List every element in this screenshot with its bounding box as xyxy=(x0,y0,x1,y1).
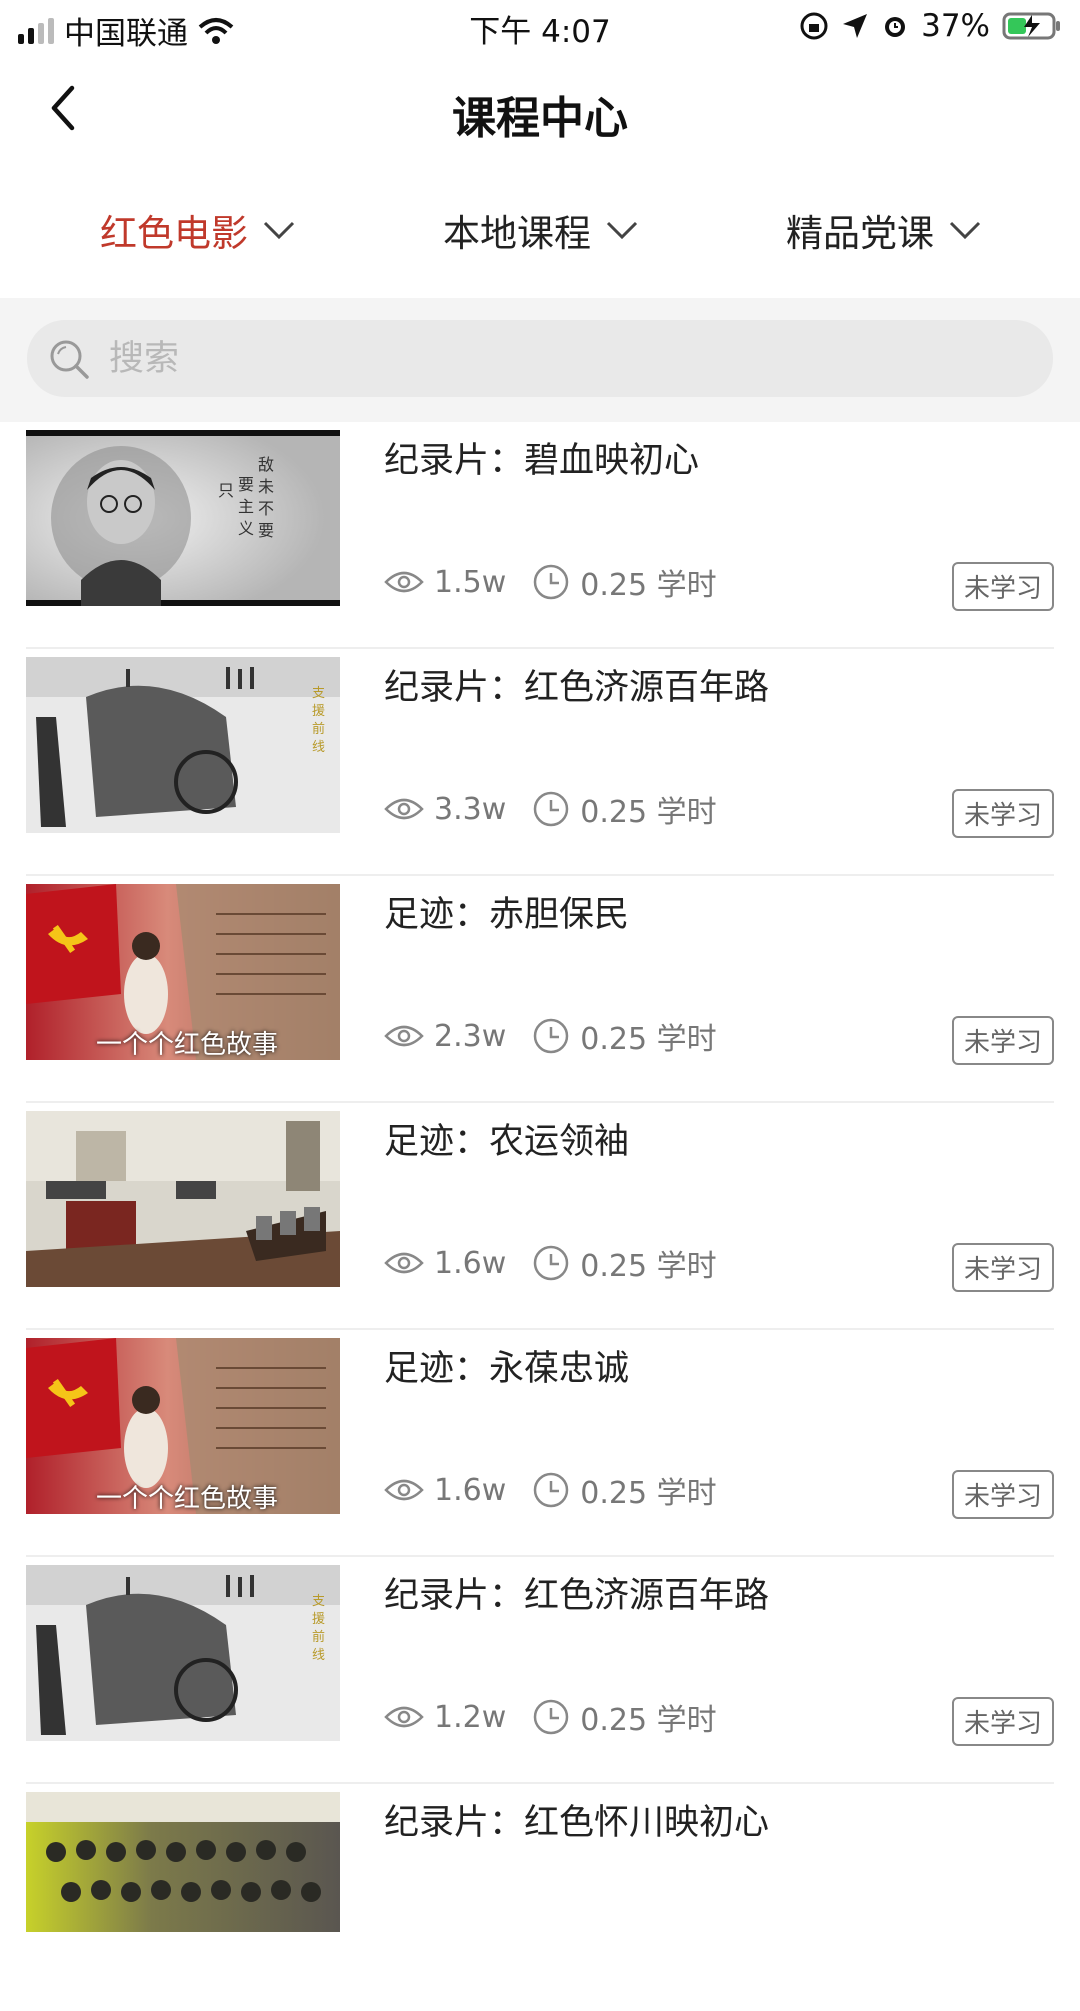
status-badge: 未学习 xyxy=(951,1016,1054,1065)
thumbnail-caption: 一个个红色故事 xyxy=(96,1484,279,1514)
clock-icon xyxy=(534,791,569,827)
chevron-down-icon xyxy=(949,221,981,240)
status-right: 37% xyxy=(799,8,1062,44)
course-thumbnail: 一个个红色故事 xyxy=(26,884,340,1060)
filter-tab-party-lessons[interactable]: 精品党课 xyxy=(786,195,982,265)
course-meta: 2.3w 0.25 学时 xyxy=(384,1014,743,1058)
thumbnail-caption: 一个个红色故事 xyxy=(96,1030,279,1060)
svg-text:前: 前 xyxy=(312,721,325,737)
course-meta: 1.6w 0.25 学时 xyxy=(384,1241,743,1285)
view-count: 1.6w xyxy=(434,1472,507,1508)
clock-icon xyxy=(534,1245,569,1281)
filter-tab-label: 精品党课 xyxy=(786,212,934,255)
svg-text:援: 援 xyxy=(312,1612,325,1627)
svg-text:要: 要 xyxy=(258,521,274,540)
course-item[interactable]: 足迹：农运领袖 1.6w 0.25 学时 未学习 xyxy=(26,1103,1054,1330)
status-badge: 未学习 xyxy=(951,1243,1054,1292)
view-count: 3.3w xyxy=(434,791,507,827)
battery-percent: 37% xyxy=(921,8,990,44)
course-thumbnail: 支援前线 xyxy=(26,657,340,833)
svg-text:不: 不 xyxy=(258,499,274,518)
svg-text:义: 义 xyxy=(238,519,254,538)
svg-text:未: 未 xyxy=(258,477,274,496)
view-count: 1.6w xyxy=(434,1245,507,1281)
study-hours: 0.25 学时 xyxy=(580,795,717,830)
course-meta: 1.6w 0.25 学时 xyxy=(384,1468,743,1512)
status-badge: 未学习 xyxy=(951,1697,1054,1746)
rotation-lock-icon xyxy=(800,12,828,40)
study-hours: 0.25 学时 xyxy=(580,1249,717,1284)
status-bar: 中国联通 下午 4:07 37% xyxy=(0,0,1080,56)
course-item[interactable]: 一个个红色故事 足迹：永葆忠诚 1.6w 0.25 学时 未学习 xyxy=(26,1330,1054,1557)
page-title: 课程中心 xyxy=(452,93,628,144)
clock-icon xyxy=(534,564,569,600)
course-title: 纪录片：红色济源百年路 xyxy=(384,668,770,708)
chevron-down-icon xyxy=(263,221,295,240)
course-title: 纪录片：红色怀川映初心 xyxy=(384,1803,770,1843)
filter-bar: 红色电影 本地课程 精品党课 xyxy=(0,195,1080,265)
clock-icon xyxy=(534,1699,569,1735)
study-hours: 0.25 学时 xyxy=(580,1703,717,1738)
search-section xyxy=(0,298,1080,422)
status-badge: 未学习 xyxy=(951,562,1054,611)
filter-tab-label: 本地课程 xyxy=(443,212,591,255)
svg-text:只: 只 xyxy=(218,481,234,500)
status-badge: 未学习 xyxy=(951,1470,1054,1519)
filter-tab-label: 红色电影 xyxy=(100,212,248,255)
course-item[interactable]: 一个个红色故事 足迹：赤胆保民 2.3w 0.25 学时 未学习 xyxy=(26,876,1054,1103)
clock-icon xyxy=(534,1018,569,1054)
svg-text:支: 支 xyxy=(312,686,325,701)
search-input[interactable] xyxy=(107,337,1007,380)
search-box[interactable] xyxy=(27,320,1053,397)
eye-icon xyxy=(384,1479,424,1501)
course-thumbnail: 一个个红色故事 xyxy=(26,1338,340,1514)
view-count: 2.3w xyxy=(434,1018,507,1054)
view-count: 1.2w xyxy=(434,1699,507,1735)
battery-charging-icon xyxy=(1002,12,1060,40)
eye-icon xyxy=(384,1252,424,1274)
course-thumbnail xyxy=(26,1792,340,1932)
course-meta: 1.2w 0.25 学时 xyxy=(384,1695,743,1739)
course-thumbnail: 敌未不要 要主义 只 xyxy=(26,430,340,606)
svg-text:线: 线 xyxy=(312,740,325,755)
course-title: 足迹：永葆忠诚 xyxy=(384,1349,630,1389)
alarm-icon xyxy=(885,17,906,37)
course-title: 足迹：赤胆保民 xyxy=(384,895,630,935)
course-thumbnail xyxy=(26,1111,340,1287)
svg-text:敌: 敌 xyxy=(258,455,274,474)
svg-text:主: 主 xyxy=(238,497,254,516)
study-hours: 0.25 学时 xyxy=(580,1022,717,1057)
filter-tab-red-movies[interactable]: 红色电影 xyxy=(100,195,296,265)
course-meta: 3.3w 0.25 学时 xyxy=(384,787,743,831)
course-item[interactable]: 支援前线 纪录片：红色济源百年路 1.2w 0.25 学时 未学习 xyxy=(26,1557,1054,1784)
course-item[interactable]: 纪录片：红色怀川映初心 xyxy=(26,1784,1054,2011)
nav-bar: 课程中心 xyxy=(0,58,1080,158)
course-title: 纪录片：红色济源百年路 xyxy=(384,1576,770,1616)
eye-icon xyxy=(384,1706,424,1728)
eye-icon xyxy=(384,1025,424,1047)
svg-text:要: 要 xyxy=(238,475,254,494)
study-hours: 0.25 学时 xyxy=(580,1476,717,1511)
svg-text:线: 线 xyxy=(312,1648,325,1663)
course-item[interactable]: 敌未不要 要主义 只 纪录片：碧血映初心 1.5w 0.25 学时 未学习 xyxy=(26,422,1054,649)
eye-icon xyxy=(384,571,424,593)
course-title: 纪录片：碧血映初心 xyxy=(384,441,700,481)
course-title: 足迹：农运领袖 xyxy=(384,1122,630,1162)
study-hours: 0.25 学时 xyxy=(580,568,717,603)
location-icon xyxy=(843,14,868,38)
course-meta: 1.5w 0.25 学时 xyxy=(384,560,743,604)
svg-text:前: 前 xyxy=(312,1629,325,1645)
filter-tab-local-courses[interactable]: 本地课程 xyxy=(443,195,639,265)
clock-icon xyxy=(534,1472,569,1508)
svg-text:援: 援 xyxy=(312,704,325,719)
course-thumbnail: 支援前线 xyxy=(26,1565,340,1741)
svg-text:支: 支 xyxy=(312,1594,325,1609)
view-count: 1.5w xyxy=(434,564,507,600)
search-icon xyxy=(50,340,89,379)
status-badge: 未学习 xyxy=(951,789,1054,838)
eye-icon xyxy=(384,798,424,820)
course-item[interactable]: 支援前线 纪录片：红色济源百年路 3.3w 0.25 学时 未学习 xyxy=(26,649,1054,876)
chevron-down-icon xyxy=(606,221,638,240)
